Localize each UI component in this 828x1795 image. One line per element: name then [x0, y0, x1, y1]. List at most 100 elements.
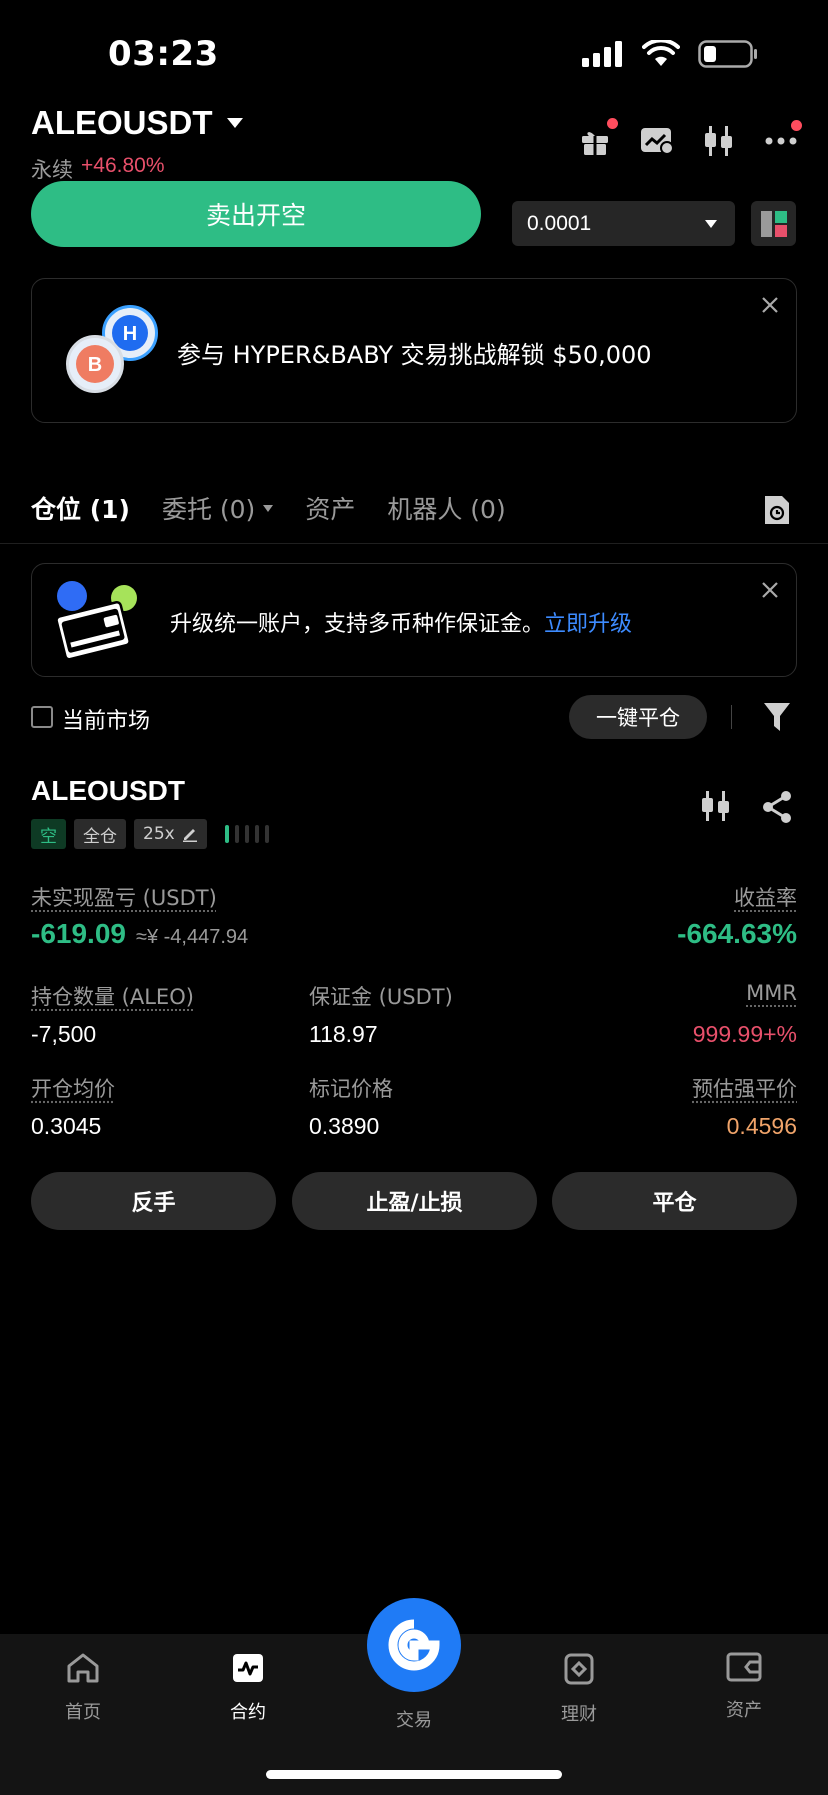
cellular-signal-icon — [582, 41, 622, 67]
nav-label: 资产 — [726, 1700, 762, 1721]
tab-label: 资产 — [305, 495, 356, 524]
upgrade-now-link[interactable]: 立即升级 — [544, 612, 632, 637]
wallet-icon — [726, 1652, 762, 1682]
sell-open-short-button[interactable]: 卖出开空 — [31, 181, 481, 247]
chevron-down-icon — [705, 219, 717, 228]
current-market-label: 当前市场 — [62, 709, 151, 734]
candlestick-button[interactable] — [702, 124, 736, 158]
nav-label[interactable]: 交易 — [364, 1706, 464, 1732]
leverage-value: 25x — [143, 824, 175, 844]
close-icon[interactable] — [760, 580, 780, 600]
unrealized-pnl-value: -619.09 — [31, 918, 126, 949]
liq-price-label[interactable]: 预估强平价 — [692, 1073, 797, 1103]
history-icon[interactable] — [762, 494, 792, 526]
margin-mode-badge: 全仓 — [74, 819, 126, 849]
position-badges: 空 全仓 25x — [31, 819, 269, 849]
home-indicator[interactable] — [266, 1770, 562, 1779]
candlestick-icon — [705, 126, 732, 156]
pair-selector[interactable]: ALEOUSDT — [31, 104, 243, 142]
nav-label: 合约 — [230, 1702, 266, 1723]
nav-futures[interactable]: 合约 — [198, 1652, 298, 1724]
earn-icon — [564, 1653, 594, 1685]
more-icon — [765, 137, 797, 145]
trade-icon — [388, 1619, 440, 1671]
chart-settings-icon — [641, 128, 674, 155]
promo-text: 参与 HYPER&BABY 交易挑战解锁 $50,000 — [177, 341, 652, 369]
nav-home[interactable]: 首页 — [33, 1652, 133, 1724]
header-icons — [578, 118, 802, 158]
tab-positions[interactable]: 仓位 (1) — [31, 490, 130, 526]
position-symbol: ALEOUSDT — [31, 775, 185, 806]
reverse-button[interactable]: 反手 — [31, 1172, 276, 1230]
gift-icon — [582, 132, 608, 155]
unrealized-pnl-label[interactable]: 未实现盈亏 (USDT) — [31, 882, 217, 912]
side-badge: 空 — [31, 819, 66, 849]
quantity-precision-select[interactable]: 0.0001 — [512, 201, 735, 246]
close-icon[interactable] — [760, 295, 780, 315]
current-market-checkbox[interactable] — [31, 706, 53, 728]
risk-bar — [264, 825, 269, 843]
tab-orders[interactable]: 委托 (0) — [161, 490, 274, 526]
separator — [731, 705, 732, 729]
home-icon — [67, 1653, 99, 1683]
chevron-down-icon — [263, 504, 274, 512]
liq-price-value: 0.4596 — [726, 1113, 797, 1139]
risk-bar — [234, 825, 239, 843]
battery-icon — [698, 40, 757, 68]
more-button[interactable] — [764, 120, 802, 158]
tab-assets[interactable]: 资产 — [305, 490, 355, 526]
price-change: +46.80% — [81, 154, 165, 177]
tab-bots[interactable]: 机器人 (0) — [387, 490, 505, 526]
close-all-button[interactable]: 一键平仓 — [569, 695, 707, 739]
layout-toggle-button[interactable] — [751, 201, 796, 246]
tab-label: 机器人 (0) — [387, 495, 506, 524]
roe-label[interactable]: 收益率 — [734, 882, 797, 912]
status-icons — [582, 40, 758, 68]
tab-label: 仓位 (1) — [31, 495, 130, 524]
coin-letter: H — [123, 323, 137, 345]
risk-bar — [224, 825, 229, 843]
chart-settings-button[interactable] — [640, 124, 674, 158]
nav-trade-button[interactable] — [367, 1598, 461, 1692]
entry-price-value: 0.3045 — [31, 1113, 102, 1139]
market-type-label: 永续 — [31, 158, 73, 182]
layout-icon — [760, 210, 787, 237]
size-label[interactable]: 持仓数量 (ALEO) — [31, 981, 194, 1011]
mark-price-value: 0.3890 — [309, 1113, 380, 1139]
share-icon[interactable] — [762, 791, 792, 823]
filter-icon[interactable] — [763, 702, 791, 732]
candlestick-icon[interactable] — [701, 791, 731, 821]
pair-name: ALEOUSDT — [31, 104, 213, 141]
pair-subline: 永续 +46.80% — [31, 154, 165, 184]
tab-label: 委托 (0) — [161, 495, 256, 524]
baby-coin-icon: B — [66, 335, 124, 393]
mmr-value: 999.99+% — [692, 1021, 797, 1047]
notification-dot — [607, 118, 618, 129]
upgrade-message: 升级统一账户，支持多币种作保证金。 — [170, 612, 545, 637]
size-value: -7,500 — [31, 1021, 97, 1047]
risk-level-bars — [224, 825, 269, 843]
mark-price-label: 标记价格 — [309, 1077, 393, 1101]
unrealized-pnl-cny: ≈¥ -4,447.94 — [135, 926, 249, 948]
nav-assets[interactable]: 资产 — [694, 1652, 794, 1722]
nav-earn[interactable]: 理财 — [529, 1652, 629, 1726]
baby-logo-icon: B — [76, 345, 114, 383]
quantity-precision-value: 0.0001 — [527, 211, 592, 235]
margin-value: 118.97 — [309, 1021, 378, 1047]
margin-label: 保证金 (USDT) — [309, 985, 453, 1009]
tp-sl-button[interactable]: 止盈/止损 — [292, 1172, 537, 1230]
close-position-button[interactable]: 平仓 — [552, 1172, 797, 1230]
chevron-down-icon — [226, 118, 243, 128]
risk-bar — [254, 825, 259, 843]
coin-letter: B — [88, 354, 102, 376]
roe-value: -664.63% — [677, 918, 797, 949]
mmr-label[interactable]: MMR — [746, 981, 797, 1005]
entry-price-label[interactable]: 开仓均价 — [31, 1073, 115, 1103]
nav-label: 首页 — [65, 1702, 101, 1723]
futures-icon — [233, 1654, 263, 1682]
notification-dot — [791, 120, 802, 131]
leverage-badge[interactable]: 25x — [134, 819, 207, 849]
wifi-icon — [642, 40, 680, 66]
position-tabs: 仓位 (1) 委托 (0) 资产 机器人 (0) — [31, 490, 506, 526]
gift-button[interactable] — [578, 118, 618, 158]
